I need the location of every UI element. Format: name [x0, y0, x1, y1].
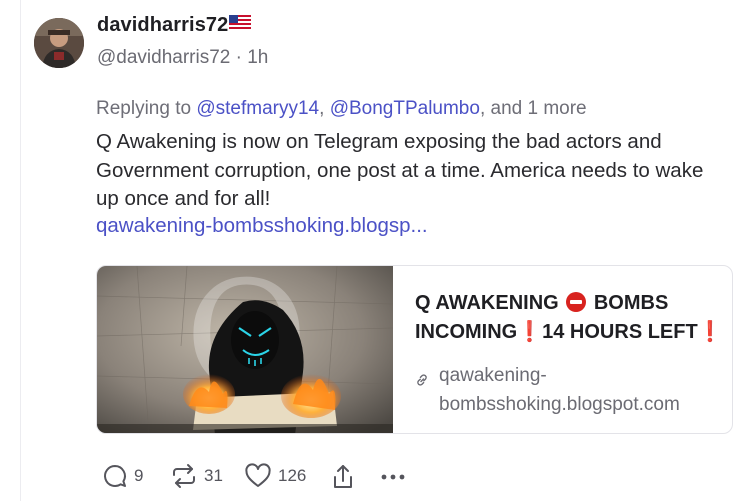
card-title-part-3: 14 HOURS LEFT: [542, 321, 698, 343]
chain-link-icon: [417, 374, 427, 386]
card-domain[interactable]: qawakening-bombsshoking.blogspot.com: [415, 361, 725, 419]
card-title[interactable]: Q AWAKENING BOMBS INCOMING❗14 HOURS LEFT…: [415, 289, 725, 347]
share-button[interactable]: [330, 463, 356, 491]
repost-button[interactable]: 31: [170, 463, 223, 489]
reply-button[interactable]: 9: [102, 463, 143, 489]
replying-to: Replying to @stefmaryy14, @BongTPalumbo,…: [96, 98, 587, 120]
card-domain-text: qawakening-bombsshoking.blogspot.com: [439, 365, 680, 415]
link-preview-card[interactable]: Q Q AWAKENING BOMBS INCOMING❗14 HOURS LE…: [96, 265, 733, 434]
repost-icon: [173, 464, 195, 488]
card-title-part-1: Q AWAKENING: [415, 292, 559, 314]
no-entry-icon: [566, 292, 587, 312]
share-icon: [334, 465, 352, 488]
more-button[interactable]: [378, 463, 408, 489]
more-dots-icon: [381, 474, 405, 480]
us-flag-icon: [229, 15, 252, 29]
repost-count: 31: [204, 466, 223, 485]
author-handle-time: @davidharris72 · 1h: [97, 47, 269, 68]
thread-line: [20, 0, 21, 501]
author-username-text[interactable]: davidharris72: [97, 14, 228, 36]
card-image: Q: [97, 266, 393, 433]
avatar-image: [34, 18, 84, 68]
exclamation-icon-end: ❗: [697, 321, 723, 343]
author-username[interactable]: davidharris72: [97, 14, 252, 37]
reply-count: 9: [134, 466, 144, 485]
mention-separator: ,: [319, 98, 325, 119]
reply-bubble-icon: [104, 465, 126, 487]
mention-more[interactable]: , and 1 more: [480, 98, 587, 119]
mention-link-stefmaryy14[interactable]: @stefmaryy14: [196, 98, 319, 119]
heart-icon: [245, 463, 271, 487]
exclamation-icon: ❗: [517, 321, 543, 343]
post-link[interactable]: qawakening-bombsshoking.blogsp...: [96, 214, 428, 238]
like-count: 126: [278, 466, 307, 485]
avatar[interactable]: [34, 18, 84, 68]
replying-prefix: Replying to: [96, 98, 192, 119]
like-button[interactable]: 126: [244, 463, 306, 489]
mention-link-bongtpalumbo[interactable]: @BongTPalumbo: [330, 98, 480, 119]
post-text: Q Awakening is now on Telegram exposing …: [96, 130, 704, 210]
